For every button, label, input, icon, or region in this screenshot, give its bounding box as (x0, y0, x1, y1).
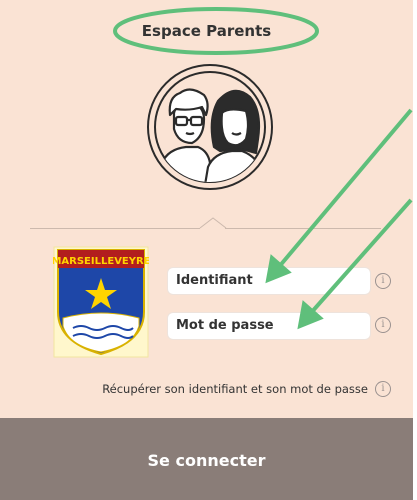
identifier-placeholder: Identifiant (176, 273, 253, 288)
page-edge (413, 0, 417, 500)
school-crest-icon: MARSEILLEVEYRE (53, 246, 149, 358)
info-icon[interactable]: i (375, 317, 391, 333)
page-title: Espace Parents (141, 22, 272, 40)
divider (225, 228, 381, 229)
divider-notch (199, 217, 227, 229)
login-button-label: Se connecter (147, 451, 266, 470)
login-panel: Espace Parents MARSEILLEVEYRE Identifian… (0, 0, 413, 500)
crest-label: MARSEILLEVEYRE (53, 256, 149, 267)
password-placeholder: Mot de passe (176, 318, 274, 333)
divider (30, 228, 200, 229)
identifier-field[interactable]: Identifiant (167, 267, 371, 295)
password-field[interactable]: Mot de passe (167, 312, 371, 340)
recover-credentials-link[interactable]: Récupérer son identifiant et son mot de … (0, 381, 368, 397)
parents-avatar-icon (147, 64, 273, 190)
info-icon[interactable]: i (375, 273, 391, 289)
info-icon[interactable]: i (375, 381, 391, 397)
